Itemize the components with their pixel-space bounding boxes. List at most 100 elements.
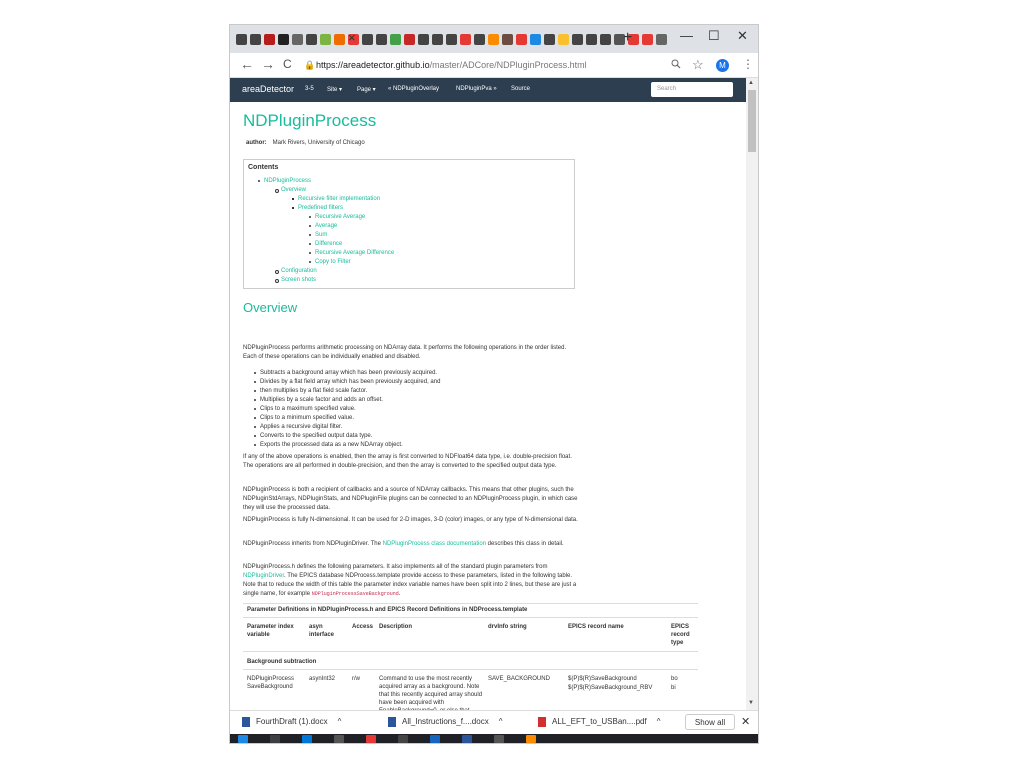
- taskbar-app-icon[interactable]: [334, 735, 344, 743]
- back-button[interactable]: ←: [240, 56, 254, 72]
- tab-favicon-icon[interactable]: [236, 34, 247, 45]
- taskbar-app-icon[interactable]: [462, 735, 472, 743]
- ndplugindriver-link[interactable]: NDPluginDriver: [243, 573, 284, 579]
- toc-link-predefined[interactable]: Predefined filters: [291, 205, 343, 211]
- nav-page-dropdown[interactable]: Page ▾: [357, 86, 376, 93]
- cell-access: r/w: [352, 676, 360, 682]
- minimize-button[interactable]: —: [680, 28, 693, 43]
- start-icon[interactable]: [238, 735, 248, 743]
- browser-window: × + — ☐ ✕ ← → C 🔒 https://areadetector.g…: [230, 25, 758, 743]
- pinned-tab-favicons[interactable]: [236, 34, 359, 48]
- tab-favicon-icon[interactable]: [404, 34, 415, 45]
- tab-favicon-icon[interactable]: [460, 34, 471, 45]
- zoom-icon[interactable]: [671, 59, 681, 72]
- tab-favicon-icon[interactable]: [474, 34, 485, 45]
- tab-favicon-icon[interactable]: [656, 34, 667, 45]
- profile-avatar[interactable]: M: [716, 59, 729, 72]
- tab-favicon-icon[interactable]: [418, 34, 429, 45]
- url-host: https://areadetector.github.io: [316, 60, 430, 70]
- tab-favicon-icon[interactable]: [292, 34, 303, 45]
- tab-favicon-icon[interactable]: [362, 34, 373, 45]
- taskbar-app-icon[interactable]: [430, 735, 440, 743]
- window-close-button[interactable]: ✕: [737, 28, 748, 44]
- tab-favicon-icon[interactable]: [432, 34, 443, 45]
- toc-link-recursive-average[interactable]: Recursive Average: [308, 214, 365, 220]
- tab-favicon-icon[interactable]: [250, 34, 261, 45]
- download-item-1[interactable]: FourthDraft (1).docx ^: [242, 717, 341, 727]
- toc-link-difference[interactable]: Difference: [308, 241, 342, 247]
- tab-favicon-icon[interactable]: [446, 34, 457, 45]
- inherits-text-a: NDPluginProcess inherits from NDPluginDr…: [243, 541, 383, 547]
- bookmark-star-icon[interactable]: ☆: [692, 57, 704, 73]
- downloads-bar: FourthDraft (1).docx ^ All_Instructions_f…: [230, 710, 758, 735]
- taskbar-app-icon[interactable]: [398, 735, 408, 743]
- chrome-icon[interactable]: [366, 735, 376, 743]
- contents-heading: Contents: [248, 164, 279, 171]
- tab-favicon-icon[interactable]: [642, 34, 653, 45]
- tab-favicon-icon[interactable]: [306, 34, 317, 45]
- toc-link-sum[interactable]: Sum: [308, 232, 327, 238]
- tab-favicon-icon[interactable]: [502, 34, 513, 45]
- tab-favicon-icon[interactable]: [516, 34, 527, 45]
- tab-favicon-icon[interactable]: [488, 34, 499, 45]
- cell-record-type-2: bi: [671, 685, 676, 691]
- page-scrollbar[interactable]: ▲ ▼: [746, 78, 758, 710]
- maximize-button[interactable]: ☐: [708, 28, 720, 44]
- tab-favicon-icon[interactable]: [320, 34, 331, 45]
- taskbar-app-icon[interactable]: [494, 735, 504, 743]
- tab-favicon-icon[interactable]: [600, 34, 611, 45]
- chevron-up-icon[interactable]: ^: [338, 717, 342, 726]
- toc-link-copy-to-filter[interactable]: Copy to Filter: [309, 259, 351, 265]
- downloads-close-button[interactable]: ✕: [741, 715, 750, 728]
- tab-favicon-icon[interactable]: [544, 34, 555, 45]
- nav-site-dropdown[interactable]: Site ▾: [327, 86, 342, 93]
- taskbar-app-icon[interactable]: [302, 735, 312, 743]
- taskbar-app-icon[interactable]: [270, 735, 280, 743]
- browser-menu-icon[interactable]: ⋮: [742, 57, 754, 71]
- chevron-up-icon[interactable]: ^: [499, 717, 503, 726]
- toc-link-ndpluginprocess[interactable]: NDPluginProcess: [257, 178, 311, 184]
- site-search-input[interactable]: Search: [651, 82, 733, 97]
- tab-favicon-icon[interactable]: [558, 34, 569, 45]
- toc-link-screenshots[interactable]: Screen shots: [274, 277, 316, 283]
- scroll-down-icon[interactable]: ▼: [748, 700, 754, 706]
- show-all-button[interactable]: Show all: [685, 714, 735, 730]
- tab-favicon-icon[interactable]: [586, 34, 597, 45]
- taskbar-app-icon[interactable]: [526, 735, 536, 743]
- toc-link-average[interactable]: Average: [308, 223, 337, 229]
- toc-link-recursive-average-difference[interactable]: Recursive Average Difference: [308, 250, 394, 256]
- col-header-access: Access: [352, 624, 374, 630]
- download-item-3[interactable]: ALL_EFT_to_USBan....pdf ^: [538, 717, 661, 727]
- lock-icon: 🔒: [304, 60, 316, 70]
- nav-source-link[interactable]: Source: [511, 86, 530, 92]
- tab-favicon-icon[interactable]: [278, 34, 289, 45]
- toc-link-recursive-impl[interactable]: Recursive filter implementation: [291, 196, 380, 202]
- forward-button[interactable]: →: [261, 56, 275, 72]
- tab-favicon-icon[interactable]: [572, 34, 583, 45]
- nav-next-link[interactable]: NDPluginPva »: [456, 86, 497, 92]
- conversion-paragraph: If any of the above operations is enable…: [243, 454, 572, 469]
- site-brand[interactable]: areaDetector: [242, 84, 294, 94]
- toc-link-overview[interactable]: Overview: [274, 187, 306, 193]
- nav-prev-link[interactable]: « NDPluginOverlay: [388, 86, 439, 92]
- tab-favicon-icon[interactable]: [390, 34, 401, 45]
- taskbar: [230, 734, 758, 743]
- tab-close-button[interactable]: ×: [348, 30, 356, 45]
- col-header-param: Parameter index variable: [247, 624, 294, 638]
- tab-favicon-icon[interactable]: [334, 34, 345, 45]
- tab-favicon-icon[interactable]: [376, 34, 387, 45]
- other-tab-favicons[interactable]: [362, 34, 667, 48]
- nav-version[interactable]: 3-5: [305, 86, 314, 92]
- tab-favicon-icon[interactable]: [530, 34, 541, 45]
- toc-link-configuration[interactable]: Configuration: [275, 268, 317, 274]
- new-tab-button[interactable]: +: [623, 29, 632, 47]
- reload-button[interactable]: C: [283, 57, 292, 71]
- chevron-up-icon[interactable]: ^: [657, 717, 661, 726]
- scrollbar-thumb[interactable]: [748, 90, 756, 152]
- download-item-2[interactable]: All_Instructions_f....docx ^: [388, 717, 502, 727]
- tab-favicon-icon[interactable]: [264, 34, 275, 45]
- scroll-up-icon[interactable]: ▲: [748, 80, 754, 86]
- url-field[interactable]: 🔒 https://areadetector.github.io/master/…: [304, 56, 704, 74]
- example-code: NDPluginProcessSaveBackground: [311, 591, 399, 597]
- class-documentation-link[interactable]: NDPluginProcess class documentation: [383, 541, 486, 547]
